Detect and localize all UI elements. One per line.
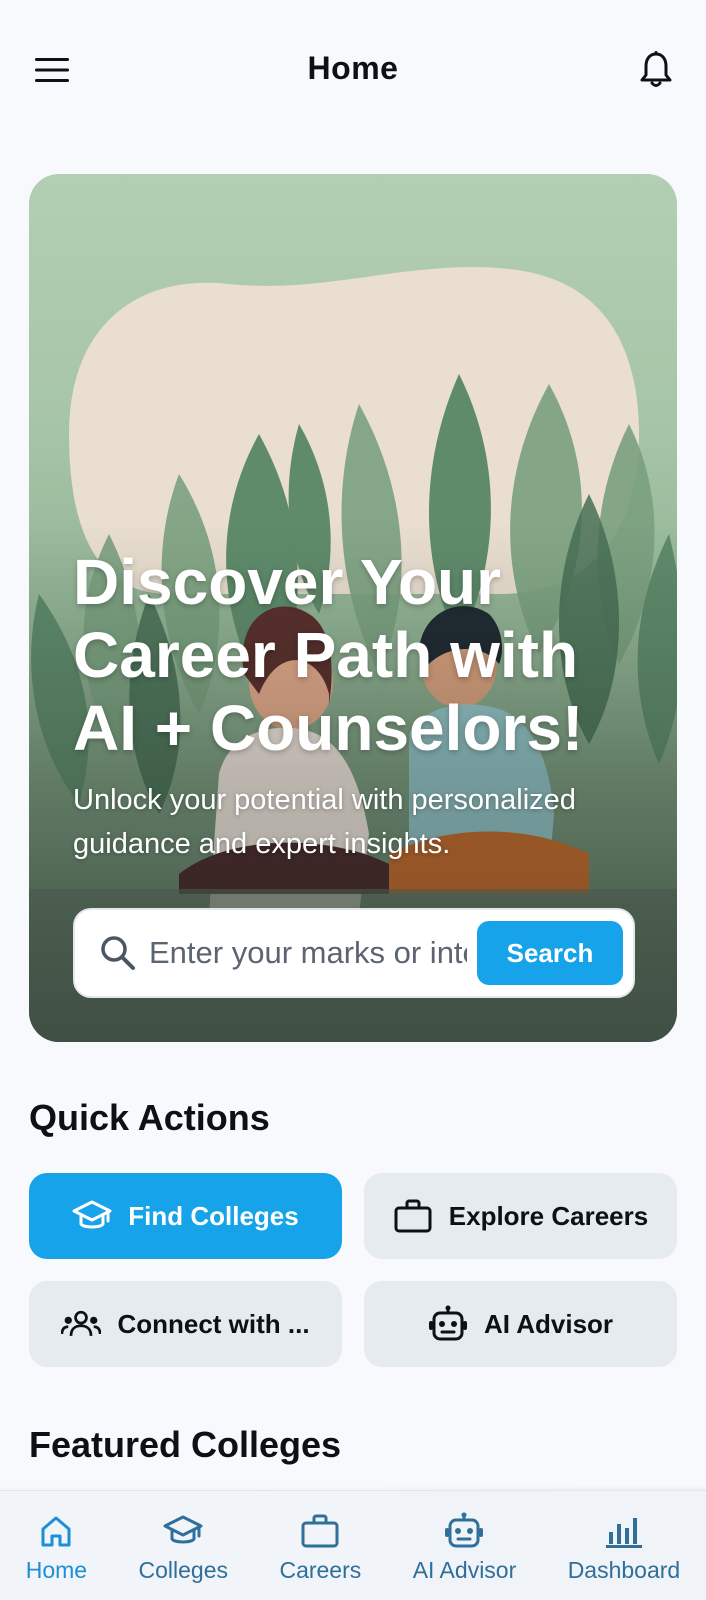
briefcase-icon (300, 1511, 340, 1551)
explore-careers-button[interactable]: Explore Careers (364, 1173, 677, 1259)
nav-ai-advisor-label: AI Advisor (412, 1557, 517, 1583)
search-button[interactable]: Search (477, 921, 623, 985)
nav-colleges-label: Colleges (138, 1557, 229, 1583)
search-input[interactable] (149, 923, 467, 983)
nav-dashboard-label: Dashboard (567, 1557, 681, 1583)
quick-actions-grid: Find Colleges Explore Careers Connect wi… (29, 1173, 677, 1367)
find-colleges-button[interactable]: Find Colleges (29, 1173, 342, 1259)
connect-counselors-label: Connect with ... (117, 1308, 310, 1339)
explore-careers-label: Explore Careers (448, 1200, 649, 1231)
people-group-icon (61, 1304, 102, 1344)
ai-advisor-label: AI Advisor (483, 1308, 614, 1339)
graduation-cap-icon (163, 1511, 203, 1551)
ai-advisor-button[interactable]: AI Advisor (364, 1281, 677, 1367)
bar-chart-icon (604, 1511, 644, 1551)
nav-colleges[interactable]: Colleges (138, 1511, 229, 1584)
hero-banner: Discover Your Career Path with AI + Coun… (29, 174, 677, 1042)
nav-careers[interactable]: Careers (279, 1511, 361, 1584)
page-title: Home (307, 50, 399, 86)
nav-careers-label: Careers (279, 1557, 362, 1583)
robot-icon (428, 1304, 468, 1344)
app-header: Home (0, 0, 706, 140)
nav-home[interactable]: Home (26, 1511, 87, 1584)
quick-actions-title: Quick Actions (29, 1097, 270, 1138)
briefcase-icon (393, 1196, 433, 1236)
search-icon (101, 936, 135, 970)
graduation-cap-icon (72, 1196, 112, 1236)
search-bar: Search (73, 908, 635, 998)
nav-ai-advisor[interactable]: AI Advisor (412, 1511, 517, 1584)
nav-dashboard[interactable]: Dashboard (567, 1511, 681, 1584)
find-colleges-label: Find Colleges (128, 1200, 299, 1231)
featured-colleges-title: Featured Colleges (29, 1424, 342, 1465)
nav-home-label: Home (25, 1557, 88, 1583)
hero-heading: Discover Your Career Path with AI + Coun… (73, 546, 584, 764)
bottom-navigation: Home Colleges Careers AI Advisor Dashboa… (0, 1490, 706, 1600)
hero-subheading: Unlock your potential with personalized … (73, 784, 576, 860)
connect-counselors-button[interactable]: Connect with ... (29, 1281, 342, 1367)
robot-icon (444, 1511, 484, 1551)
home-icon (36, 1511, 76, 1551)
